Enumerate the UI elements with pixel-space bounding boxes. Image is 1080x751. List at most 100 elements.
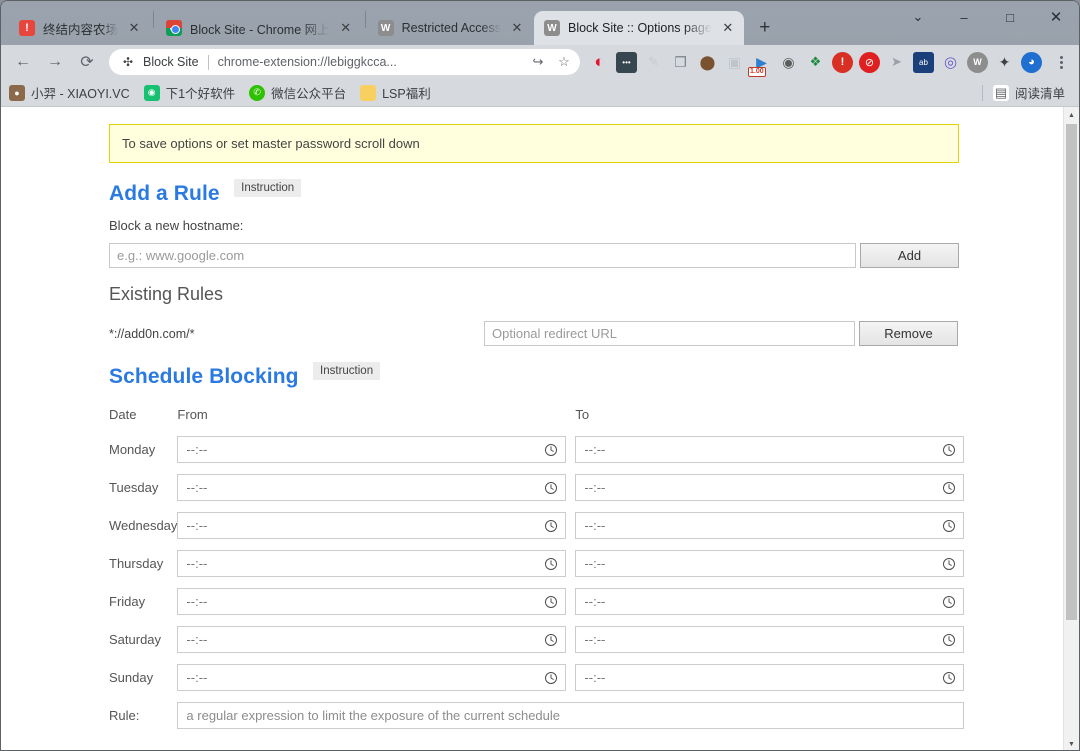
tab-search-icon[interactable]: ⌄ [895, 1, 941, 33]
from-time-field [177, 474, 566, 501]
from-time-input[interactable] [177, 550, 566, 577]
add-button[interactable]: Add [860, 243, 959, 268]
address-bar[interactable]: ✣ Block Site chrome-extension://lebiggkc… [109, 49, 580, 75]
redirect-url-input[interactable] [484, 321, 855, 346]
to-time-input[interactable] [575, 588, 964, 615]
to-time-input[interactable] [575, 436, 964, 463]
close-tab-icon[interactable]: ✕ [718, 18, 738, 38]
to-time-input[interactable] [575, 474, 964, 501]
bookmarks-bar: ● 小羿 - XIAOYI.VC ◉ 下1个好软件 ✆ 微信公众平台 LSP福利… [1, 79, 1079, 107]
to-time-input[interactable] [575, 550, 964, 577]
to-time-input[interactable] [575, 626, 964, 653]
bookmark-star-icon[interactable]: ☆ [552, 50, 576, 74]
from-time-field [177, 588, 566, 615]
bookmark-label: 小羿 - XIAOYI.VC [31, 83, 130, 102]
gap-cell [566, 626, 575, 664]
bookmark-item[interactable]: ● 小羿 - XIAOYI.VC [9, 83, 130, 102]
tab-1[interactable]: 终结内容农场 ✕ [9, 11, 150, 45]
tab-4-active[interactable]: W Block Site :: Options page ✕ [534, 11, 744, 45]
schedule-instruction-badge[interactable]: Instruction [313, 362, 380, 380]
to-time-field [575, 436, 964, 463]
from-time-input[interactable] [177, 588, 566, 615]
kebab-dot [1060, 66, 1063, 69]
schedule-blocking-section: Schedule Blocking Instruction Date From … [109, 346, 959, 751]
close-tab-icon[interactable]: ✕ [124, 18, 144, 38]
from-cell [177, 664, 566, 702]
hostname-input[interactable] [109, 243, 856, 268]
gap-cell [566, 550, 575, 588]
minimize-button[interactable]: – [941, 1, 987, 33]
existing-rules-section: Existing Rules *://add0n.com/* Remove [109, 284, 959, 346]
rule-label: Rule: [109, 702, 177, 740]
day-label: Thursday [109, 550, 177, 588]
forward-button[interactable]: → [41, 48, 69, 76]
page-scrollbar[interactable]: ▲ ▼ [1063, 107, 1079, 751]
from-time-field [177, 626, 566, 653]
alert-red-icon[interactable]: ! [832, 52, 853, 73]
from-time-input[interactable] [177, 474, 566, 501]
reading-list-button[interactable]: ▤ 阅读清单 [993, 83, 1065, 102]
to-time-field [575, 512, 964, 539]
pen-gray-icon[interactable]: ✎ [643, 52, 664, 73]
image-gray-icon[interactable]: ▣ [724, 52, 745, 73]
cursor-gray-icon[interactable]: ➤ [886, 52, 907, 73]
scroll-down-arrow-icon[interactable]: ▼ [1064, 736, 1079, 751]
from-time-input[interactable] [177, 436, 566, 463]
badger-icon[interactable]: ◉ [778, 52, 799, 73]
hostname-field-label: Block a new hostname: [109, 218, 959, 233]
bookmark-folder-item[interactable]: LSP福利 [360, 83, 431, 102]
dots-dark-icon[interactable]: ••• [616, 52, 637, 73]
reload-button[interactable]: ⟳ [73, 48, 101, 76]
close-window-button[interactable]: ✕ [1033, 1, 1079, 33]
software-icon: ◉ [144, 85, 160, 101]
tab-title: Block Site - Chrome 网上 [190, 19, 330, 38]
block-red-icon[interactable]: ⊘ [859, 52, 880, 73]
bookmark-item[interactable]: ◉ 下1个好软件 [144, 83, 235, 102]
chrome-menu-button[interactable] [1049, 50, 1073, 74]
share-icon[interactable]: ↪ [526, 50, 550, 74]
to-time-input[interactable] [575, 512, 964, 539]
from-cell [177, 436, 566, 474]
rule-regex-input[interactable] [177, 702, 964, 729]
omnibox-url-text: chrome-extension://lebiggkcca... [218, 55, 524, 69]
bookmark-item[interactable]: ✆ 微信公众平台 [249, 83, 346, 102]
add-rule-instruction-badge[interactable]: Instruction [234, 179, 301, 197]
omnibox-divider [208, 55, 209, 70]
rule-pattern: *://add0n.com/* [109, 327, 484, 341]
circle-purple-icon[interactable]: ◎ [940, 52, 961, 73]
cookie-icon[interactable]: ⬤ [697, 52, 718, 73]
abcd-blue-icon[interactable]: ab [913, 52, 934, 73]
kebab-dot [1060, 61, 1063, 64]
from-time-field [177, 664, 566, 691]
back-button[interactable]: ← [9, 48, 37, 76]
gap-cell [566, 588, 575, 626]
from-time-input[interactable] [177, 626, 566, 653]
table-row: Wednesday [109, 512, 964, 550]
tab-3[interactable]: W Restricted Access ✕ [368, 11, 533, 45]
add-hostname-row: Add [109, 243, 959, 268]
puzzle-icon[interactable]: ✦ [994, 52, 1015, 73]
existing-rule-row: *://add0n.com/* Remove [109, 321, 959, 346]
maximize-button[interactable]: □ [987, 1, 1033, 33]
to-cell [575, 626, 964, 664]
from-time-input[interactable] [177, 664, 566, 691]
parrot-icon[interactable]: ❖ [805, 52, 826, 73]
scroll-up-arrow-icon[interactable]: ▲ [1064, 107, 1079, 123]
video-blue-icon[interactable]: ▶1.00 [751, 52, 772, 73]
tab-separator [365, 10, 366, 28]
close-tab-icon[interactable]: ✕ [336, 18, 356, 38]
kebab-dot [1060, 56, 1063, 59]
scrollbar-thumb[interactable] [1066, 124, 1077, 620]
to-cell [575, 588, 964, 626]
profile-avatar-icon[interactable]: ◕ [1021, 52, 1042, 73]
close-tab-icon[interactable]: ✕ [507, 18, 527, 38]
new-tab-button[interactable]: + [751, 14, 779, 42]
options-content: To save options or set master password s… [109, 107, 959, 751]
from-time-input[interactable] [177, 512, 566, 539]
to-time-input[interactable] [575, 664, 964, 691]
opera-red-icon[interactable]: ◐ [589, 52, 610, 73]
w-gray-icon[interactable]: W [967, 52, 988, 73]
copy-gray-icon[interactable]: ❐ [670, 52, 691, 73]
tab-2[interactable]: Block Site - Chrome 网上 ✕ [156, 11, 362, 45]
remove-button[interactable]: Remove [859, 321, 958, 346]
